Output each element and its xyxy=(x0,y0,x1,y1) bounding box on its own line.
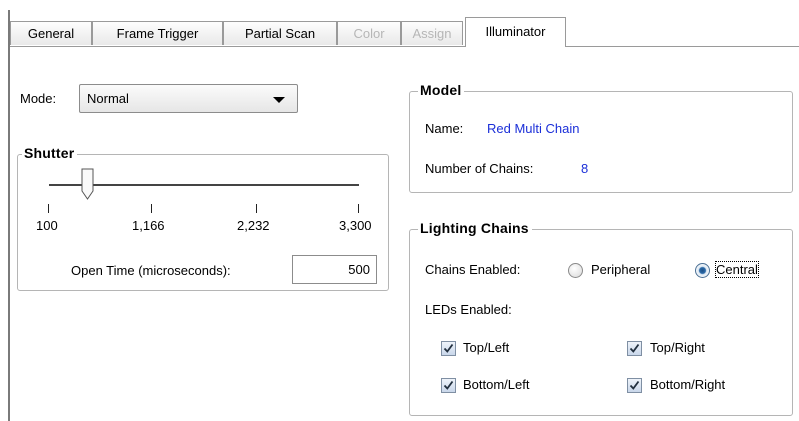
tab-color: Color xyxy=(337,21,401,45)
shutter-tick xyxy=(256,204,257,213)
chains-count-label: Number of Chains: xyxy=(425,161,534,176)
open-time-label: Open Time (microseconds): xyxy=(71,263,231,278)
chevron-down-icon[interactable] xyxy=(273,97,285,103)
radio-peripheral[interactable] xyxy=(568,263,583,278)
checkmark-icon xyxy=(629,380,640,390)
radio-central-label[interactable]: Central xyxy=(715,261,759,278)
checkbox-bottom-right-label[interactable]: Bottom/Right xyxy=(650,377,725,392)
left-border xyxy=(8,10,10,421)
shutter-slider-track[interactable] xyxy=(49,184,359,186)
shutter-tick-label: 2,232 xyxy=(237,218,270,233)
shutter-tick-label: 100 xyxy=(36,218,58,233)
checkbox-bottom-left-label[interactable]: Bottom/Left xyxy=(463,377,529,392)
shutter-tick xyxy=(48,204,49,213)
shutter-tick-label: 3,300 xyxy=(339,218,372,233)
checkmark-icon xyxy=(443,380,454,390)
model-group: Model xyxy=(409,82,793,193)
checkbox-bottom-left[interactable] xyxy=(441,378,456,393)
mode-dropdown[interactable]: Normal xyxy=(79,84,298,113)
lighting-chains-title: Lighting Chains xyxy=(418,220,532,236)
illuminator-settings-panel: General Frame Trigger Partial Scan Color… xyxy=(0,0,799,421)
checkbox-top-right-label[interactable]: Top/Right xyxy=(650,340,705,355)
model-name-value: Red Multi Chain xyxy=(487,121,580,136)
model-title: Model xyxy=(418,82,465,98)
shutter-title: Shutter xyxy=(22,145,78,161)
tab-general[interactable]: General xyxy=(10,21,92,45)
checkbox-top-right[interactable] xyxy=(627,341,642,356)
shutter-tick xyxy=(151,204,152,213)
tab-partial-scan[interactable]: Partial Scan xyxy=(223,21,337,45)
mode-label: Mode: xyxy=(20,91,57,106)
checkmark-icon xyxy=(443,343,454,353)
chains-count-value: 8 xyxy=(581,161,589,176)
shutter-tick xyxy=(358,204,359,213)
chains-enabled-label: Chains Enabled: xyxy=(425,262,521,277)
radio-central[interactable] xyxy=(695,263,710,278)
mode-selected-value: Normal xyxy=(87,91,129,106)
shutter-slider-thumb[interactable] xyxy=(81,168,95,200)
tab-baseline xyxy=(10,46,799,47)
checkmark-icon xyxy=(629,343,640,353)
tab-strip: General Frame Trigger Partial Scan Color… xyxy=(10,17,799,47)
leds-enabled-label: LEDs Enabled: xyxy=(425,302,512,317)
checkbox-top-left[interactable] xyxy=(441,341,456,356)
radio-peripheral-label[interactable]: Peripheral xyxy=(591,262,650,277)
model-name-label: Name: xyxy=(425,121,464,136)
open-time-input[interactable] xyxy=(292,255,377,284)
tab-assign: Assign xyxy=(401,21,463,45)
checkbox-bottom-right[interactable] xyxy=(627,378,642,393)
tab-frame-trigger[interactable]: Frame Trigger xyxy=(92,21,223,45)
shutter-tick-label: 1,166 xyxy=(132,218,165,233)
tab-illuminator[interactable]: Illuminator xyxy=(465,17,566,47)
checkbox-top-left-label[interactable]: Top/Left xyxy=(463,340,509,355)
